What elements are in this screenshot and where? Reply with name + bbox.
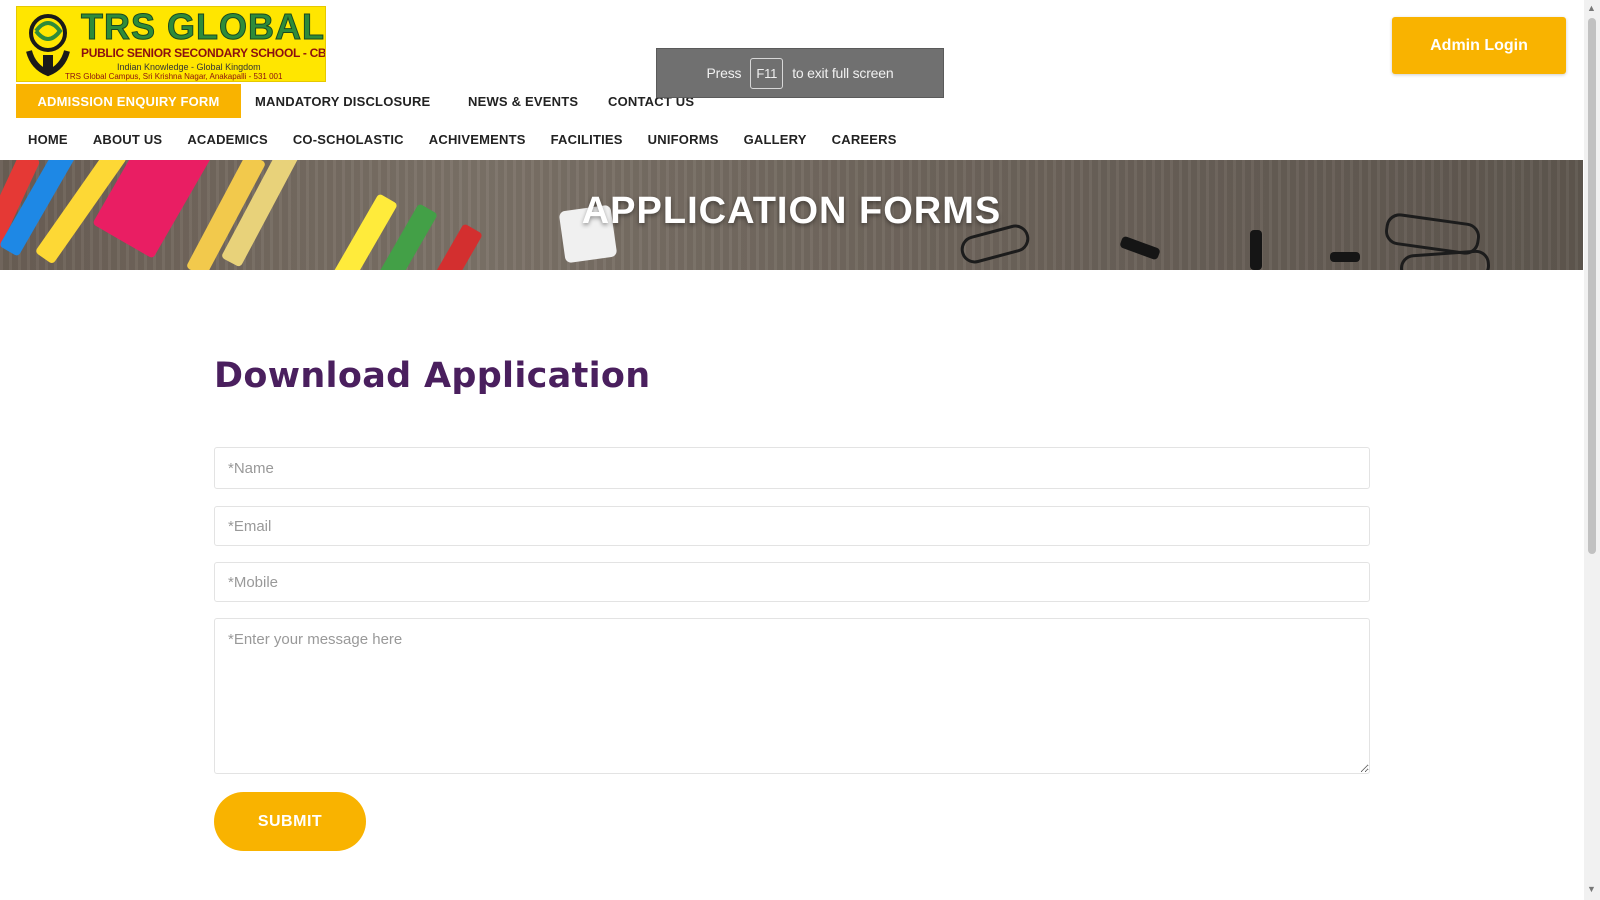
nav-item-home[interactable]: HOME [28,132,68,147]
main-nav: HOME ABOUT US ACADEMICS CO-SCHOLASTIC AC… [28,128,922,150]
message-field[interactable] [214,618,1370,774]
fullscreen-exit-toast: Press F11 to exit full screen [656,48,944,98]
toast-press-text: Press [706,65,742,81]
nav-item-academics[interactable]: ACADEMICS [187,132,268,147]
admin-login-button[interactable]: Admin Login [1392,17,1566,74]
banner-decor [1330,252,1360,262]
banner-title: APPLICATION FORMS [581,190,1002,232]
admission-enquiry-button[interactable]: ADMISSION ENQUIRY FORM [16,84,241,118]
toast-suffix-text: to exit full screen [792,65,894,81]
page: TRS GLOBAL PUBLIC SENIOR SECONDARY SCHOO… [0,0,1600,900]
nav-item-gallery[interactable]: GALLERY [744,132,807,147]
logo-title: TRS GLOBAL [81,6,325,47]
nav-link-mandatory-disclosure[interactable]: MANDATORY DISCLOSURE [255,84,430,118]
page-scrollbar[interactable]: ▲ ▼ [1584,0,1600,900]
school-logo[interactable]: TRS GLOBAL PUBLIC SENIOR SECONDARY SCHOO… [16,6,326,82]
logo-tagline: Indian Knowledge - Global Kingdom [117,62,261,72]
nav-item-about-us[interactable]: ABOUT US [93,132,163,147]
logo-subtitle: PUBLIC SENIOR SECONDARY SCHOOL - CBSE [81,45,326,61]
nav-item-uniforms[interactable]: UNIFORMS [648,132,719,147]
banner-decor [1119,235,1161,261]
nav-item-achivements[interactable]: ACHIVEMENTS [429,132,526,147]
banner-decor [1399,248,1491,270]
mobile-field[interactable] [214,562,1370,602]
logo-address: TRS Global Campus, Sri Krishna Nagar, An… [65,72,283,81]
nav-item-careers[interactable]: CAREERS [832,132,897,147]
scroll-up-arrow-icon[interactable]: ▲ [1587,3,1596,13]
nav-item-facilities[interactable]: FACILITIES [551,132,623,147]
email-field[interactable] [214,506,1370,546]
page-banner: APPLICATION FORMS [0,160,1583,270]
toast-key: F11 [750,57,784,89]
scrollbar-thumb[interactable] [1588,18,1596,554]
submit-button[interactable]: SUBMIT [214,792,366,851]
page-title: Download Application [214,356,651,396]
logo-emblem-icon [26,14,70,77]
name-field[interactable] [214,447,1370,489]
nav-link-news-events[interactable]: NEWS & EVENTS [468,84,578,118]
scroll-down-arrow-icon[interactable]: ▼ [1587,884,1596,894]
banner-decor [1250,230,1262,270]
nav-item-co-scholastic[interactable]: CO-SCHOLASTIC [293,132,404,147]
